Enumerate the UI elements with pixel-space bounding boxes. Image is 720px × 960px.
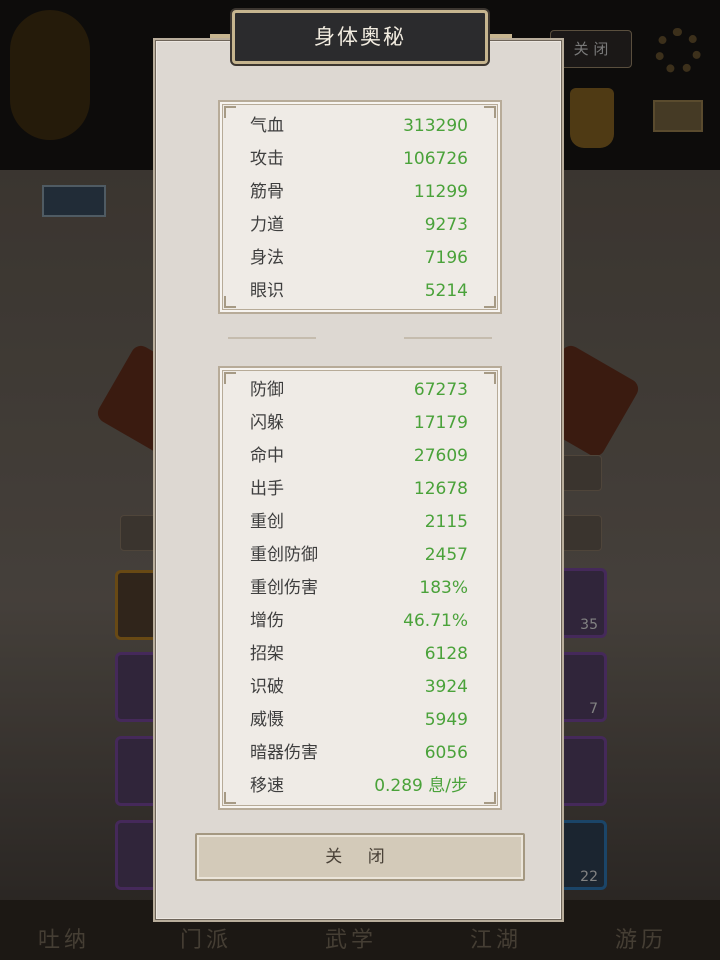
stat-row: 重创伤害 183% — [250, 572, 468, 605]
stat-value: 313290 — [403, 116, 468, 136]
stat-value: 46.71% — [403, 611, 468, 631]
stat-label: 闪躲 — [250, 413, 284, 433]
stat-label: 气血 — [250, 116, 284, 136]
stat-row: 闪躲 17179 — [250, 407, 468, 440]
corner-ornament — [224, 296, 236, 308]
stat-label: 力道 — [250, 215, 284, 235]
stat-row: 移速 0.289 息/步 — [250, 770, 468, 803]
corner-ornament — [484, 372, 496, 384]
stat-row: 识破 3924 — [250, 671, 468, 704]
stat-label: 威慑 — [250, 710, 284, 730]
stat-value: 67273 — [413, 380, 468, 400]
stat-label: 攻击 — [250, 149, 284, 169]
stat-row: 筋骨 11299 — [250, 176, 468, 209]
secondary-stats-box: 防御 67273 闪躲 17179 命中 27609 出手 12678 重创 2115 重创防御 24… — [218, 366, 502, 810]
stat-label: 识破 — [250, 677, 284, 697]
stat-label: 重创伤害 — [250, 578, 318, 598]
corner-ornament — [484, 296, 496, 308]
close-button[interactable]: 关 闭 — [195, 833, 525, 881]
stat-row: 威慑 5949 — [250, 704, 468, 737]
corner-ornament — [484, 106, 496, 118]
stat-value: 5214 — [424, 281, 468, 301]
stat-value: 9273 — [424, 215, 468, 235]
stat-value: 27609 — [413, 446, 468, 466]
stat-row: 眼识 5214 — [250, 275, 468, 308]
corner-ornament — [484, 792, 496, 804]
stat-value: 5949 — [424, 710, 468, 730]
title-ornament-left — [210, 34, 234, 38]
stat-value: 17179 — [413, 413, 468, 433]
divider-left — [228, 337, 316, 339]
title-ornament-right — [488, 34, 512, 38]
stat-label: 防御 — [250, 380, 284, 400]
stat-value: 3924 — [424, 677, 468, 697]
stat-label: 眼识 — [250, 281, 284, 301]
stat-label: 暗器伤害 — [250, 743, 318, 763]
stat-label: 招架 — [250, 644, 284, 664]
stat-label: 命中 — [250, 446, 284, 466]
stat-label: 筋骨 — [250, 182, 284, 202]
stat-row: 出手 12678 — [250, 473, 468, 506]
stat-row: 身法 7196 — [250, 242, 468, 275]
stat-value: 0.289 息/步 — [374, 776, 468, 796]
stat-row: 重创 2115 — [250, 506, 468, 539]
stat-value: 2115 — [424, 512, 468, 532]
stat-row: 力道 9273 — [250, 209, 468, 242]
stat-value: 2457 — [424, 545, 468, 565]
divider-right — [404, 337, 492, 339]
corner-ornament — [224, 106, 236, 118]
stat-value: 6056 — [424, 743, 468, 763]
stat-label: 移速 — [250, 776, 284, 796]
stat-value: 106726 — [403, 149, 468, 169]
stat-label: 增伤 — [250, 611, 284, 631]
stat-value: 7196 — [424, 248, 468, 268]
stat-row: 气血 313290 — [250, 110, 468, 143]
stat-row: 暗器伤害 6056 — [250, 737, 468, 770]
stat-row: 命中 27609 — [250, 440, 468, 473]
stat-value: 6128 — [424, 644, 468, 664]
dialog-title: 身体奥秘 — [314, 25, 406, 49]
stat-value: 11299 — [413, 182, 468, 202]
stat-value: 183% — [419, 578, 468, 598]
stat-row: 增伤 46.71% — [250, 605, 468, 638]
stat-row: 攻击 106726 — [250, 143, 468, 176]
stat-row: 招架 6128 — [250, 638, 468, 671]
dialog-title-bar: 身体奥秘 — [232, 10, 488, 64]
stat-label: 重创 — [250, 512, 284, 532]
stat-row: 重创防御 2457 — [250, 539, 468, 572]
stat-row: 防御 67273 — [250, 374, 468, 407]
primary-stats-box: 气血 313290 攻击 106726 筋骨 11299 力道 9273 身法 7196 眼识 521… — [218, 100, 502, 314]
stat-label: 重创防御 — [250, 545, 318, 565]
corner-ornament — [224, 372, 236, 384]
stat-label: 出手 — [250, 479, 284, 499]
corner-ornament — [224, 792, 236, 804]
stat-label: 身法 — [250, 248, 284, 268]
stat-value: 12678 — [413, 479, 468, 499]
